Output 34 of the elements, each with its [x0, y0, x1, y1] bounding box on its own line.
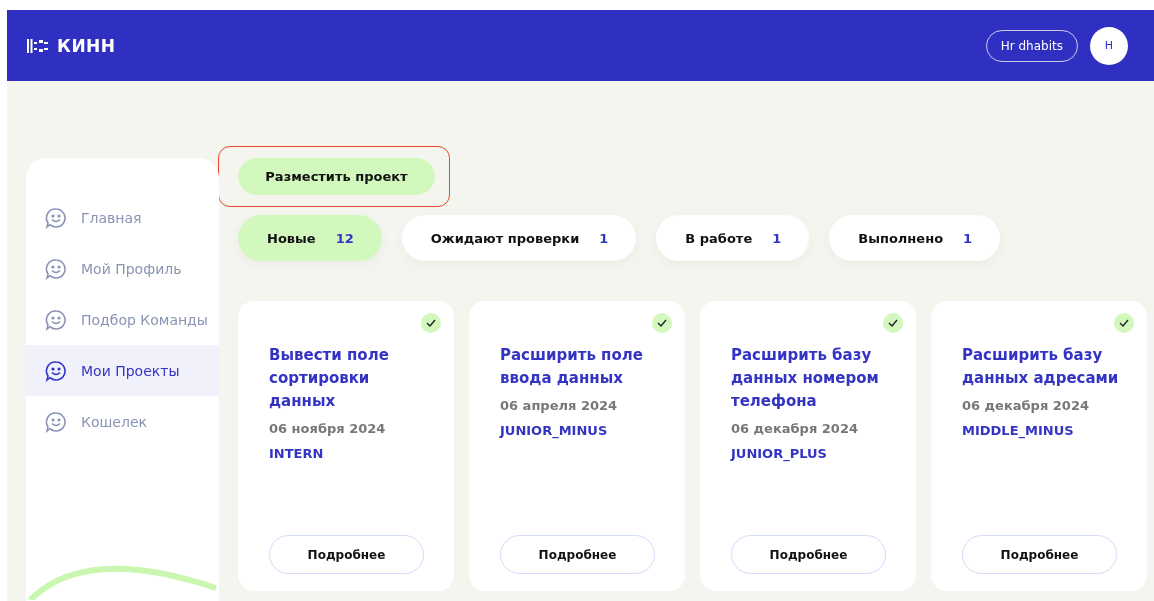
project-date: 06 декабря 2024: [962, 398, 1090, 413]
project-title: Расширить базу данных адресами: [962, 345, 1120, 389]
filter-tab[interactable]: Ожидают проверки 1: [401, 215, 637, 261]
filter-tab[interactable]: Новые 12: [238, 215, 382, 261]
count-text: 1: [599, 230, 609, 246]
logo-text: КИНН: [57, 35, 116, 56]
project-date: 06 декабря 2024: [731, 421, 859, 436]
details-button[interactable]: Подробнее: [962, 535, 1117, 574]
smile-chat-icon: [45, 359, 67, 382]
smile-chat-icon: [45, 308, 67, 331]
project-level: JUNIOR_PLUS: [731, 446, 828, 461]
avatar[interactable]: H: [1090, 26, 1128, 65]
details-button[interactable]: Подробнее: [500, 535, 655, 574]
project-date: 06 ноября 2024: [269, 421, 387, 436]
count-text: 1: [963, 230, 973, 246]
project-level: INTERN: [269, 446, 325, 461]
filter-tab[interactable]: Выполнено 1: [829, 215, 1001, 261]
details-button[interactable]: Подробнее: [731, 535, 886, 574]
project-level: MIDDLE_MINUS: [962, 423, 1075, 438]
count-text: 1: [772, 230, 782, 246]
place-project-button[interactable]: Разместить проект: [238, 158, 435, 195]
count-text: 12: [335, 230, 354, 246]
project-level: JUNIOR_MINUS: [500, 423, 609, 438]
filter-tab[interactable]: В работе 1: [656, 215, 810, 261]
smile-chat-icon: [45, 257, 67, 280]
project-title: Расширить базу данных номером телефона: [731, 345, 880, 412]
project-title: Расширить поле ввода данных: [500, 345, 644, 389]
project-title: Вывести поле сортировки данных: [269, 345, 390, 412]
sidebar-item[interactable]: Мои Проекты: [26, 345, 219, 396]
logo-icon: [27, 38, 49, 53]
smile-chat-icon: [45, 410, 67, 433]
smile-chat-icon: [45, 206, 67, 229]
project-date: 06 апреля 2024: [500, 398, 619, 413]
details-button[interactable]: Подробнее: [269, 535, 424, 574]
